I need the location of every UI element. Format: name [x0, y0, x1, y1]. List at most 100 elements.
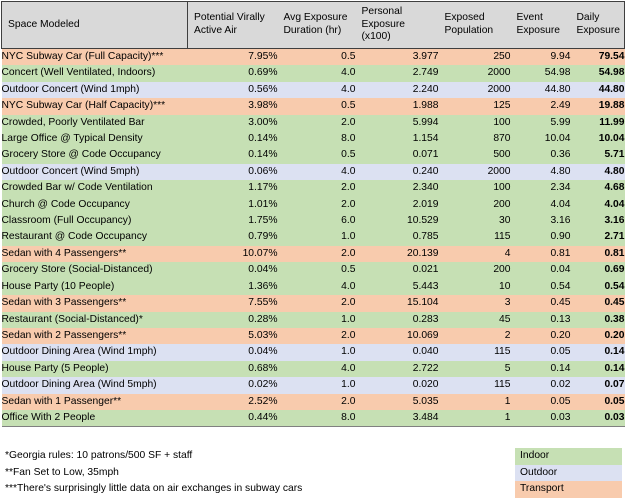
table-row[interactable]: House Party (5 People) 0.68% 4.0 2.722 5 0.14…	[1, 360, 625, 378]
cell-event-exposure: 9.94	[510, 48, 571, 66]
cell-avg-exposure-duration: 8.0	[277, 409, 356, 428]
cell-event-exposure: 0.14	[510, 360, 571, 378]
cell-personal-exposure: 5.035	[355, 393, 439, 410]
table-row[interactable]: Sedan with 1 Passenger** 2.52% 2.0 5.035 1 0.…	[1, 393, 625, 410]
cell-daily-exposure: 0.14	[570, 360, 625, 378]
cell-potential-virally-active-air: 0.14%	[187, 147, 278, 164]
table-row[interactable]: Restaurant @ Code Occupancy 0.79% 1.0 0.785…	[1, 229, 625, 246]
cell-exposed-population: 115	[438, 377, 511, 394]
table-row[interactable]: Sedan with 4 Passengers** 10.07% 2.0 20.139…	[1, 245, 625, 263]
table-row[interactable]: Church @ Code Occupancy 1.01% 2.0 2.019 200 4…	[1, 196, 625, 214]
cell-potential-virally-active-air: 10.07%	[187, 245, 278, 263]
cell-daily-exposure: 0.54	[570, 278, 625, 296]
cell-avg-exposure-duration: 0.5	[277, 147, 356, 164]
cell-potential-virally-active-air: 0.28%	[187, 311, 278, 328]
cell-avg-exposure-duration: 4.0	[277, 81, 356, 99]
table-row[interactable]: Sedan with 2 Passengers** 5.03% 2.0 10.069 2…	[1, 327, 625, 345]
exposure-table: Space Modeled Potential Virally Active A…	[1, 1, 625, 428]
cell-space-modeled: Classroom (Full Occupancy)	[1, 213, 188, 230]
table-row[interactable]: NYC Subway Car (Half Capacity)*** 3.98% 0.…	[1, 98, 625, 115]
cell-event-exposure: 0.05	[510, 344, 571, 361]
cell-event-exposure: 44.80	[510, 81, 571, 99]
cell-space-modeled: Sedan with 3 Passengers**	[1, 295, 188, 312]
cell-personal-exposure: 5.443	[355, 278, 439, 296]
legend: Indoor Outdoor Transport	[515, 448, 622, 498]
cell-event-exposure: 0.54	[510, 278, 571, 296]
table-row[interactable]: House Party (10 People) 1.36% 4.0 5.443 10 0.…	[1, 278, 625, 296]
cell-exposed-population: 1	[438, 409, 511, 428]
cell-space-modeled: NYC Subway Car (Full Capacity)***	[1, 48, 188, 66]
cell-space-modeled: Restaurant @ Code Occupancy	[1, 229, 188, 246]
table-row[interactable]: Outdoor Concert (Wind 5mph) 0.06% 4.0 0.240…	[1, 163, 625, 181]
cell-space-modeled: Outdoor Dining Area (Wind 5mph)	[1, 377, 188, 394]
footnote-line: **Fan Set to Low, 35mph	[5, 466, 119, 478]
cell-potential-virally-active-air: 2.52%	[187, 393, 278, 410]
header-line: Daily	[576, 12, 600, 24]
table-row[interactable]: Classroom (Full Occupancy) 1.75% 6.0 10.529…	[1, 213, 625, 230]
cell-exposed-population: 115	[438, 344, 511, 361]
cell-daily-exposure: 0.69	[570, 262, 625, 279]
table-row[interactable]: NYC Subway Car (Full Capacity)*** 7.95% 0.…	[1, 48, 625, 66]
cell-daily-exposure: 0.03	[570, 409, 625, 428]
table-row[interactable]: Grocery Store @ Code Occupancy 0.14% 0.5 0.…	[1, 147, 625, 164]
table-row[interactable]: Office With 2 People 0.44% 8.0 3.484 1 0.03 0.…	[1, 409, 625, 428]
cell-potential-virally-active-air: 0.14%	[187, 131, 278, 148]
cell-potential-virally-active-air: 1.01%	[187, 196, 278, 214]
cell-event-exposure: 5.99	[510, 114, 571, 132]
cell-avg-exposure-duration: 2.0	[277, 393, 356, 410]
cell-potential-virally-active-air: 5.03%	[187, 327, 278, 345]
table-row[interactable]: Outdoor Dining Area (Wind 1mph) 0.04% 1.0 0…	[1, 344, 625, 361]
cell-exposed-population: 10	[438, 278, 511, 296]
cell-daily-exposure: 4.68	[570, 180, 625, 197]
table-row[interactable]: Outdoor Dining Area (Wind 5mph) 0.02% 1.0 0…	[1, 377, 625, 394]
table-row[interactable]: Restaurant (Social-Distanced)* 0.28% 1.0 0.…	[1, 311, 625, 328]
cell-space-modeled: Church @ Code Occupancy	[1, 196, 188, 214]
cell-space-modeled: Restaurant (Social-Distanced)*	[1, 311, 188, 328]
cell-daily-exposure: 4.80	[570, 163, 625, 181]
column-header-exposed-population: Exposed Population	[438, 1, 511, 49]
cell-exposed-population: 2000	[438, 81, 511, 99]
legend-item-outdoor: Outdoor	[515, 464, 622, 482]
cell-avg-exposure-duration: 1.0	[277, 311, 356, 328]
table-row[interactable]: Crowded, Poorly Ventilated Bar 3.00% 2.0 5.…	[1, 114, 625, 132]
cell-daily-exposure: 10.04	[570, 131, 625, 148]
table-row[interactable]: Outdoor Concert (Wind 1mph) 0.56% 4.0 2.240…	[1, 81, 625, 99]
cell-potential-virally-active-air: 3.98%	[187, 98, 278, 115]
table-row[interactable]: Sedan with 3 Passengers** 7.55% 2.0 15.104 3…	[1, 295, 625, 312]
cell-avg-exposure-duration: 4.0	[277, 360, 356, 378]
cell-personal-exposure: 0.020	[355, 377, 439, 394]
table-row[interactable]: Concert (Well Ventilated, Indoors) 0.69% 4…	[1, 65, 625, 82]
cell-avg-exposure-duration: 1.0	[277, 377, 356, 394]
cell-daily-exposure: 0.45	[570, 295, 625, 312]
cell-daily-exposure: 0.20	[570, 327, 625, 345]
cell-event-exposure: 10.04	[510, 131, 571, 148]
cell-avg-exposure-duration: 8.0	[277, 131, 356, 148]
cell-potential-virally-active-air: 3.00%	[187, 114, 278, 132]
cell-potential-virally-active-air: 1.36%	[187, 278, 278, 296]
table-row[interactable]: Crowded Bar w/ Code Ventilation 1.17% 2.0 2…	[1, 180, 625, 197]
cell-daily-exposure: 11.99	[570, 114, 625, 132]
cell-exposed-population: 870	[438, 131, 511, 148]
cell-space-modeled: Outdoor Concert (Wind 5mph)	[1, 163, 188, 181]
cell-potential-virally-active-air: 0.02%	[187, 377, 278, 394]
cell-potential-virally-active-air: 0.68%	[187, 360, 278, 378]
cell-avg-exposure-duration: 1.0	[277, 229, 356, 246]
table-row[interactable]: Grocery Store (Social-Distanced) 0.04% 0.5…	[1, 262, 625, 279]
table-row[interactable]: Large Office @ Typical Density 0.14% 8.0 1.…	[1, 131, 625, 148]
cell-avg-exposure-duration: 2.0	[277, 180, 356, 197]
cell-potential-virally-active-air: 0.06%	[187, 163, 278, 181]
header-line: Avg Exposure	[283, 12, 348, 24]
cell-exposed-population: 100	[438, 180, 511, 197]
column-header-avg-exposure-duration: Avg Exposure Duration (hr)	[277, 1, 356, 49]
cell-space-modeled: House Party (10 People)	[1, 278, 188, 296]
cell-potential-virally-active-air: 0.69%	[187, 65, 278, 82]
cell-event-exposure: 0.03	[510, 409, 571, 428]
cell-daily-exposure: 4.04	[570, 196, 625, 214]
cell-exposed-population: 3	[438, 295, 511, 312]
cell-exposed-population: 500	[438, 147, 511, 164]
cell-event-exposure: 0.20	[510, 327, 571, 345]
table-header-row: Space Modeled Potential Virally Active A…	[1, 1, 625, 49]
footnote-line: *Georgia rules: 10 patrons/500 SF + staf…	[5, 450, 193, 461]
cell-personal-exposure: 2.749	[355, 65, 439, 82]
cell-potential-virally-active-air: 7.95%	[187, 48, 278, 66]
